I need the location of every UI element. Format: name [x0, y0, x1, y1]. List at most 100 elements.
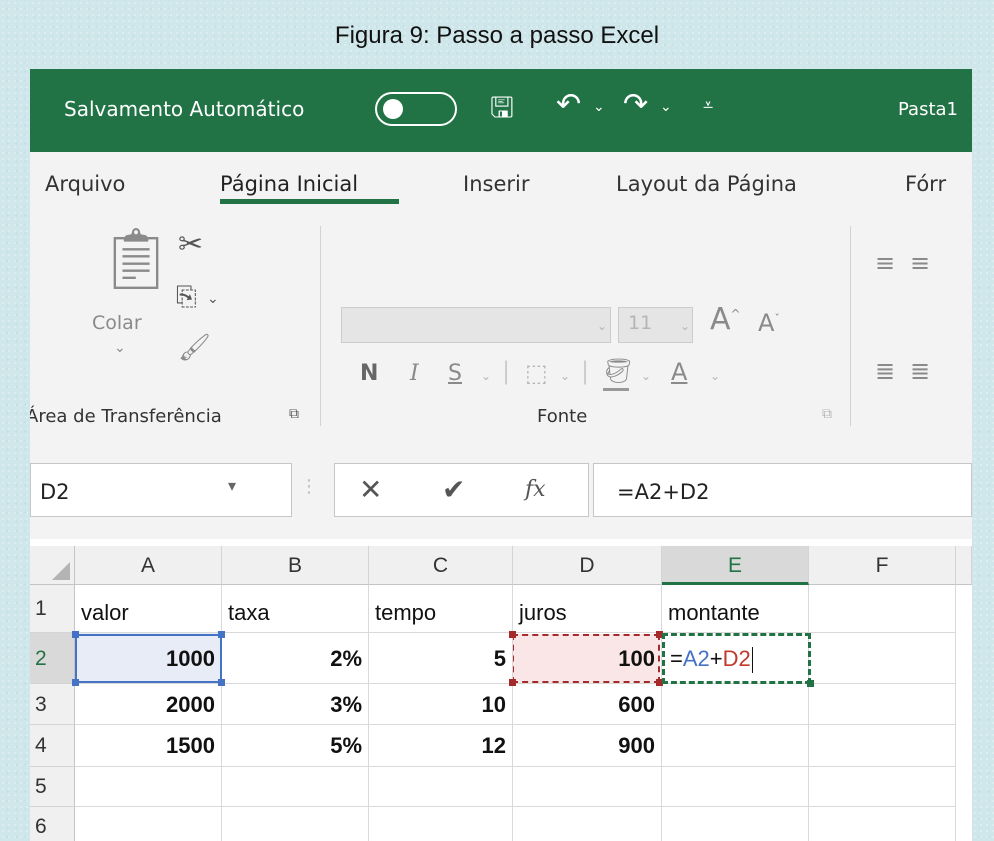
- column-header-e[interactable]: E: [662, 546, 809, 585]
- tab-layout-da-pagina[interactable]: Layout da Página: [616, 172, 797, 196]
- column-header-b[interactable]: B: [222, 546, 369, 585]
- cell-e3[interactable]: [662, 684, 809, 725]
- cell-b4[interactable]: 5%: [222, 725, 369, 767]
- fill-handle[interactable]: [807, 680, 814, 687]
- cell-f6[interactable]: [809, 807, 956, 841]
- ref-a2-handle-tr[interactable]: [218, 631, 225, 638]
- column-header-a[interactable]: A: [75, 546, 222, 585]
- column-header-g[interactable]: [956, 546, 972, 585]
- cell-c1[interactable]: tempo: [369, 585, 513, 633]
- clipboard-launcher-icon[interactable]: ⧉: [289, 406, 299, 422]
- cell-f3[interactable]: [809, 684, 956, 725]
- formula-bar-grip-icon[interactable]: ⋮: [300, 476, 318, 497]
- copy-icon[interactable]: ⎘: [176, 282, 197, 313]
- cell-f4[interactable]: [809, 725, 956, 767]
- cell-e6[interactable]: [662, 807, 809, 841]
- column-header-c[interactable]: C: [369, 546, 513, 585]
- font-color-dropdown-icon[interactable]: ⌄: [710, 369, 720, 383]
- tab-formulas[interactable]: Fórr: [905, 172, 946, 196]
- shrink-font-button[interactable]: Aˇ: [758, 309, 780, 337]
- bold-button[interactable]: N: [360, 361, 378, 386]
- row-header-3[interactable]: 3: [30, 684, 75, 725]
- cell-c5[interactable]: [369, 767, 513, 807]
- cell-d1[interactable]: juros: [513, 585, 662, 633]
- italic-button[interactable]: I: [410, 361, 419, 386]
- align-top-icon[interactable]: ≡: [875, 249, 895, 277]
- cell-d3[interactable]: 600: [513, 684, 662, 725]
- underline-dropdown-icon[interactable]: ⌄: [481, 369, 491, 383]
- cell-c6[interactable]: [369, 807, 513, 841]
- undo-dropdown-icon[interactable]: ⌄: [593, 99, 605, 115]
- select-all-button[interactable]: [30, 546, 75, 585]
- font-launcher-icon[interactable]: ⧉: [822, 406, 832, 422]
- fill-color-icon[interactable]: 🪣︎: [603, 357, 633, 385]
- grow-font-button[interactable]: A^: [710, 302, 741, 337]
- cell-a3[interactable]: 2000: [75, 684, 222, 725]
- cut-icon[interactable]: ✂: [178, 227, 203, 262]
- cell-d6[interactable]: [513, 807, 662, 841]
- cell-c3[interactable]: 10: [369, 684, 513, 725]
- ref-d2-handle-tl[interactable]: [509, 631, 516, 638]
- row-header-5[interactable]: 5: [30, 767, 75, 807]
- cell-b2[interactable]: 2%: [222, 633, 369, 684]
- borders-icon[interactable]: ⬚: [525, 359, 548, 387]
- insert-function-icon[interactable]: fx: [525, 477, 546, 502]
- column-header-f[interactable]: F: [809, 546, 956, 585]
- row-header-1[interactable]: 1: [30, 585, 75, 633]
- cell-e1[interactable]: montante: [662, 585, 809, 633]
- customize-toolbar-icon[interactable]: ⩡: [703, 95, 713, 116]
- cell-a6[interactable]: [75, 807, 222, 841]
- font-size-dropdown-icon[interactable]: ⌄: [680, 319, 690, 333]
- save-icon[interactable]: 🖫: [490, 87, 514, 135]
- cell-d2[interactable]: 100: [513, 633, 662, 684]
- enter-icon[interactable]: ✔: [442, 473, 465, 506]
- row-header-2[interactable]: 2: [30, 633, 75, 684]
- cell-f2[interactable]: [809, 633, 956, 684]
- ref-d2-handle-bl[interactable]: [509, 679, 516, 686]
- ref-a2-handle-br[interactable]: [218, 679, 225, 686]
- tab-pagina-inicial[interactable]: Página Inicial: [220, 172, 358, 196]
- cell-c4[interactable]: 12: [369, 725, 513, 767]
- tab-inserir[interactable]: Inserir: [463, 172, 529, 196]
- align-middle-icon[interactable]: ≡: [910, 249, 930, 277]
- redo-icon[interactable]: ↷: [623, 87, 648, 122]
- paste-dropdown-icon[interactable]: ⌄: [114, 340, 126, 356]
- cell-b3[interactable]: 3%: [222, 684, 369, 725]
- cell-c2[interactable]: 5: [369, 633, 513, 684]
- cell-b6[interactable]: [222, 807, 369, 841]
- cell-a5[interactable]: [75, 767, 222, 807]
- cell-b1[interactable]: taxa: [222, 585, 369, 633]
- column-header-d[interactable]: D: [513, 546, 662, 585]
- paste-label[interactable]: Colar: [92, 312, 142, 334]
- borders-dropdown-icon[interactable]: ⌄: [560, 369, 570, 383]
- cell-f5[interactable]: [809, 767, 956, 807]
- cell-d5[interactable]: [513, 767, 662, 807]
- cancel-icon[interactable]: ✕: [359, 473, 382, 506]
- font-name-select[interactable]: [341, 307, 611, 343]
- fill-color-dropdown-icon[interactable]: ⌄: [641, 369, 651, 383]
- align-left-icon[interactable]: ≣: [875, 357, 895, 385]
- cell-d4[interactable]: 900: [513, 725, 662, 767]
- underline-button[interactable]: S: [448, 361, 462, 386]
- undo-icon[interactable]: ↶: [556, 87, 581, 122]
- name-box-dropdown-icon[interactable]: ▾: [228, 476, 236, 495]
- row-header-6[interactable]: 6: [30, 807, 75, 841]
- redo-dropdown-icon[interactable]: ⌄: [660, 99, 672, 115]
- cell-e4[interactable]: [662, 725, 809, 767]
- font-name-dropdown-icon[interactable]: ⌄: [597, 319, 607, 333]
- row-header-4[interactable]: 4: [30, 725, 75, 767]
- cell-a1[interactable]: valor: [75, 585, 222, 633]
- autosave-toggle[interactable]: [375, 92, 457, 126]
- ref-a2-handle-tl[interactable]: [72, 631, 79, 638]
- cell-a4[interactable]: 1500: [75, 725, 222, 767]
- cell-f1[interactable]: [809, 585, 956, 633]
- copy-dropdown-icon[interactable]: ⌄: [207, 291, 219, 307]
- cell-e5[interactable]: [662, 767, 809, 807]
- cell-b5[interactable]: [222, 767, 369, 807]
- font-color-button[interactable]: A: [671, 358, 687, 386]
- tab-arquivo[interactable]: Arquivo: [45, 172, 125, 196]
- format-painter-icon[interactable]: 🖌︎: [178, 333, 211, 363]
- ref-a2-handle-bl[interactable]: [72, 679, 79, 686]
- paste-icon[interactable]: 📋︎: [98, 229, 174, 289]
- align-center-icon[interactable]: ≣: [910, 357, 930, 385]
